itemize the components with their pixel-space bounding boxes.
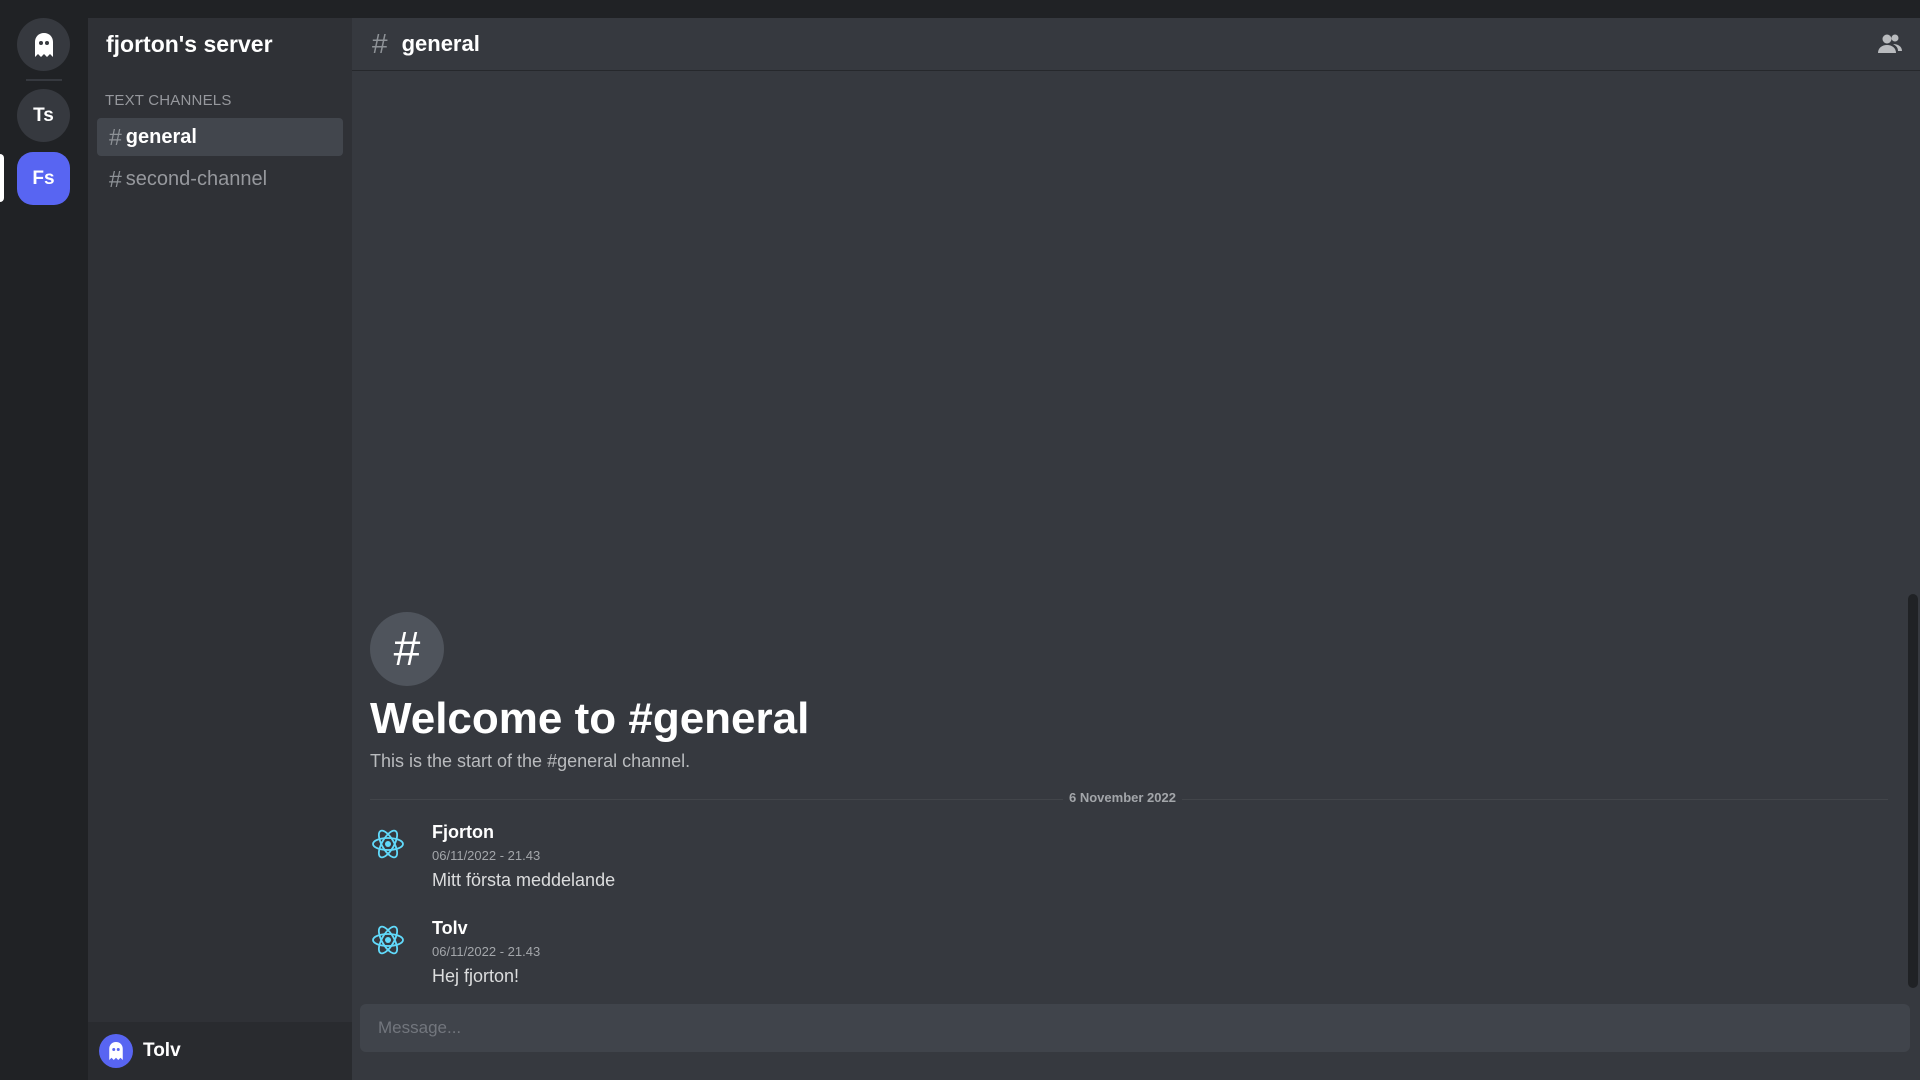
rail-separator: [26, 79, 62, 81]
server-button-ts[interactable]: Ts: [17, 89, 70, 142]
message-item: Fjorton 06/11/2022 - 21.43 Mitt första m…: [370, 822, 1870, 912]
server-name[interactable]: fjorton's server: [88, 18, 352, 70]
hash-icon: #: [372, 28, 388, 59]
message-timestamp: 06/11/2022 - 21.43: [432, 848, 541, 863]
user-panel: Tolv: [88, 1022, 352, 1080]
message-input[interactable]: [360, 1004, 1910, 1052]
channel-title: general: [401, 31, 480, 56]
ghost-icon: [109, 1042, 123, 1060]
window-top-strip: [0, 0, 1920, 18]
message-author[interactable]: Fjorton: [432, 822, 494, 843]
message-timestamp: 06/11/2022 - 21.43: [432, 944, 541, 959]
scrollbar-thumb[interactable]: [1908, 594, 1918, 988]
hash-icon: #: [109, 123, 122, 150]
channel-item-general[interactable]: # general: [97, 118, 343, 156]
username: Tolv: [143, 1040, 181, 1061]
channel-label: general: [125, 125, 197, 148]
message-text: Mitt första meddelande: [432, 870, 616, 890]
channel-label: second-channel: [125, 167, 268, 190]
text-channels-label: TEXT CHANNELS: [105, 92, 232, 109]
channel-header: # general: [352, 18, 1920, 71]
channel-sidebar: fjorton's server TEXT CHANNELS # general…: [88, 18, 352, 1080]
server-rail: Ts Fs: [0, 18, 88, 1080]
date-divider-label: 6 November 2022: [1063, 790, 1182, 805]
welcome-hash-icon: #: [370, 612, 444, 686]
welcome-title: Welcome to #general: [370, 694, 810, 743]
react-atom-icon[interactable]: [370, 826, 406, 862]
members-icon: [1878, 34, 1902, 53]
message-text: Hej fjorton!: [432, 966, 520, 986]
message-author[interactable]: Tolv: [432, 918, 468, 939]
members-button[interactable]: [1876, 30, 1904, 58]
ghost-icon: [34, 32, 53, 57]
channel-item-second-channel[interactable]: # second-channel: [97, 160, 343, 198]
react-atom-icon[interactable]: [370, 922, 406, 958]
message-item: Tolv 06/11/2022 - 21.43 Hej fjorton!: [370, 918, 1870, 1008]
chat-main: # general # Welcome to #general This is …: [352, 18, 1920, 1080]
avatar[interactable]: [99, 1034, 133, 1068]
home-button[interactable]: [17, 18, 70, 71]
welcome-subtitle: This is the start of the #general channe…: [370, 751, 691, 771]
hash-icon: #: [109, 165, 122, 192]
server-button-fs[interactable]: Fs: [17, 152, 70, 205]
message-composer: [360, 1004, 1910, 1052]
active-server-indicator: [0, 154, 4, 202]
